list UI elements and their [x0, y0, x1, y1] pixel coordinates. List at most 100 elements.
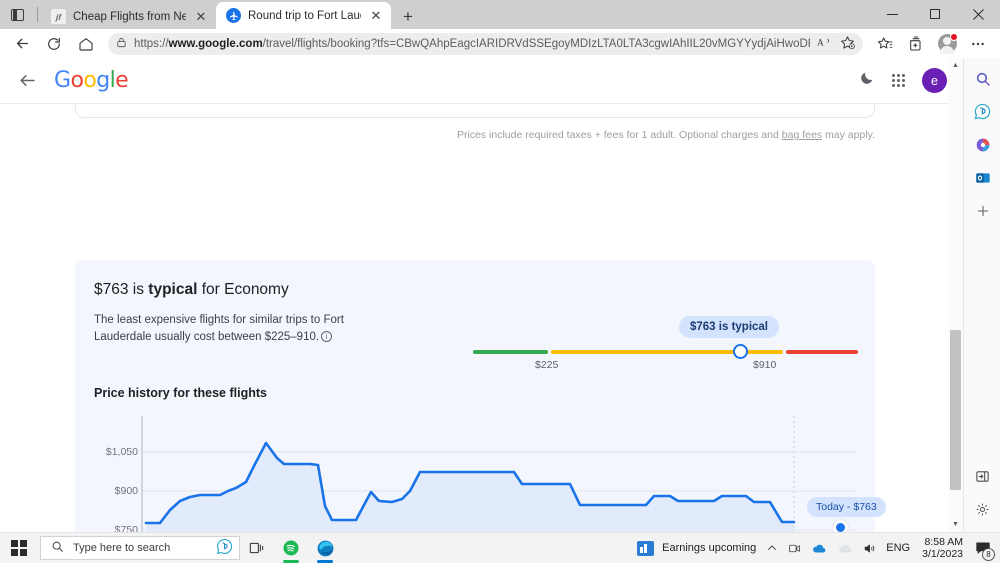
- tab-label: Round trip to Fort Lauderdale | G: [248, 10, 361, 22]
- price-bar-low-label: $225: [535, 359, 558, 371]
- url-text: https://www.google.com/travel/flights/bo…: [134, 38, 810, 50]
- y-axis-label-750: $750: [86, 524, 138, 532]
- y-axis-label-900: $900: [86, 485, 138, 497]
- chevron-up-icon[interactable]: [761, 533, 783, 564]
- price-bar-high-label: $910: [753, 359, 776, 371]
- system-tray: Earnings upcoming ENG 8:58 AM 3/1/2023 8: [632, 533, 1000, 564]
- tab-strip: jf Cheap Flights from New York to ✕ Roun…: [0, 0, 1000, 29]
- scroll-down-arrow[interactable]: ▼: [948, 517, 963, 532]
- sidebar-item-office[interactable]: [964, 128, 1000, 161]
- notification-center-button[interactable]: 8: [970, 533, 996, 564]
- collections-button[interactable]: [901, 31, 931, 57]
- tab-divider: [37, 7, 38, 22]
- sidebar-item-search[interactable]: [964, 62, 1000, 95]
- price-history-chart[interactable]: $1,050 $900 $750: [94, 410, 856, 532]
- tab-round-trip-fort-lauderdale[interactable]: Round trip to Fort Lauderdale | G ✕: [216, 2, 391, 29]
- browser-toolbar: https://www.google.com/travel/flights/bo…: [0, 29, 1000, 58]
- favorites-button[interactable]: [870, 31, 900, 57]
- sidebar-item-add[interactable]: [964, 194, 1000, 227]
- profile-button[interactable]: [932, 31, 962, 57]
- minimize-button[interactable]: [871, 0, 914, 29]
- teams-icon[interactable]: [783, 533, 806, 564]
- today-data-point[interactable]: [833, 520, 848, 532]
- sidebar-toggle-icon[interactable]: [964, 460, 1000, 493]
- svg-text:A: A: [817, 38, 824, 48]
- earnings-icon: [637, 541, 654, 556]
- toolbar-right-actions: [870, 31, 993, 57]
- home-button[interactable]: [71, 31, 101, 57]
- avatar[interactable]: e: [922, 68, 947, 93]
- tab-search-button[interactable]: [0, 0, 34, 29]
- info-icon[interactable]: i: [321, 331, 332, 342]
- scrollbar-thumb[interactable]: [950, 330, 961, 490]
- volume-icon[interactable]: [858, 533, 881, 564]
- price-bar-segment-high: [786, 350, 858, 354]
- cloud-icon[interactable]: [832, 533, 858, 564]
- apps-grid-icon[interactable]: [892, 74, 905, 87]
- price-bar-segment-low: [473, 350, 548, 354]
- spotify-icon[interactable]: [274, 533, 308, 564]
- clock-date: 3/1/2023: [922, 548, 963, 560]
- read-aloud-icon[interactable]: A: [817, 36, 832, 52]
- clock[interactable]: 8:58 AM 3/1/2023: [915, 536, 970, 560]
- notification-count: 8: [982, 548, 995, 561]
- close-button[interactable]: [957, 0, 1000, 29]
- prices-disclaimer: Prices include required taxes + fees for…: [457, 129, 875, 141]
- start-button[interactable]: [0, 533, 38, 564]
- chart-svg: [94, 410, 856, 532]
- bag-fees-link[interactable]: bag fees: [782, 129, 822, 141]
- price-bar-knob: [733, 344, 748, 359]
- gear-icon[interactable]: [964, 493, 1000, 526]
- moon-icon[interactable]: [859, 70, 875, 91]
- today-price-tooltip: Today - $763: [807, 497, 886, 517]
- reload-button[interactable]: [39, 31, 69, 57]
- price-bar-segment-typical: [551, 350, 783, 354]
- address-bar[interactable]: https://www.google.com/travel/flights/bo…: [108, 33, 863, 55]
- taskbar-search-box[interactable]: Type here to search: [40, 536, 240, 560]
- tray-text: Earnings upcoming: [662, 542, 756, 554]
- windows-taskbar: Type here to search Earnings upcoming: [0, 532, 1000, 563]
- browser-window: jf Cheap Flights from New York to ✕ Roun…: [0, 0, 1000, 532]
- jf-favicon: jf: [51, 9, 66, 24]
- edge-sidebar: [963, 58, 1000, 532]
- lock-icon: [116, 37, 127, 51]
- onedrive-icon[interactable]: [806, 533, 832, 564]
- edge-icon[interactable]: [308, 533, 342, 564]
- tab-search-icon: [11, 9, 24, 21]
- y-axis-label-1050: $1,050: [86, 446, 138, 458]
- tab-cheap-flights[interactable]: jf Cheap Flights from New York to ✕: [41, 4, 216, 29]
- new-tab-button[interactable]: +: [395, 4, 421, 29]
- google-logo[interactable]: Google: [54, 68, 128, 93]
- page-content: Prices include required taxes + fees for…: [0, 104, 963, 532]
- price-typical-headline: $763 is typical for Economy: [94, 281, 289, 299]
- price-range-bar: $763 is typical $225 $910: [473, 333, 858, 383]
- windows-logo-icon: [11, 540, 27, 556]
- page-back-button[interactable]: [16, 70, 38, 92]
- google-flights-header: Google e: [0, 58, 963, 104]
- maximize-button[interactable]: [914, 0, 957, 29]
- earnings-notification[interactable]: Earnings upcoming: [632, 533, 761, 564]
- search-input[interactable]: Type here to search: [73, 542, 207, 554]
- language-indicator[interactable]: ENG: [881, 533, 915, 564]
- back-button[interactable]: [7, 31, 37, 57]
- window-controls: [871, 0, 1000, 29]
- close-icon[interactable]: ✕: [193, 9, 209, 25]
- price-insights-card: $763 is typical for Economy The least ex…: [75, 260, 875, 532]
- sidebar-item-bing-chat[interactable]: [964, 95, 1000, 128]
- price-typical-bubble: $763 is typical: [679, 316, 779, 338]
- settings-and-more-button[interactable]: [963, 31, 993, 57]
- price-typical-description: The least expensive flights for similar …: [94, 312, 364, 346]
- page-scrollbar[interactable]: ▲ ▼: [948, 58, 963, 532]
- previous-card-stub: [75, 104, 875, 118]
- avatar: [938, 34, 957, 53]
- sidebar-item-outlook[interactable]: [964, 161, 1000, 194]
- add-favorite-icon[interactable]: [840, 35, 855, 53]
- tab-label: Cheap Flights from New York to: [73, 11, 186, 23]
- clock-time: 8:58 AM: [922, 536, 963, 548]
- price-bar-track: [473, 350, 858, 354]
- bing-icon[interactable]: [216, 538, 233, 558]
- close-icon[interactable]: ✕: [368, 8, 384, 24]
- google-flights-favicon: [226, 8, 241, 23]
- scroll-up-arrow[interactable]: ▲: [948, 58, 963, 73]
- task-view-icon[interactable]: [240, 533, 274, 564]
